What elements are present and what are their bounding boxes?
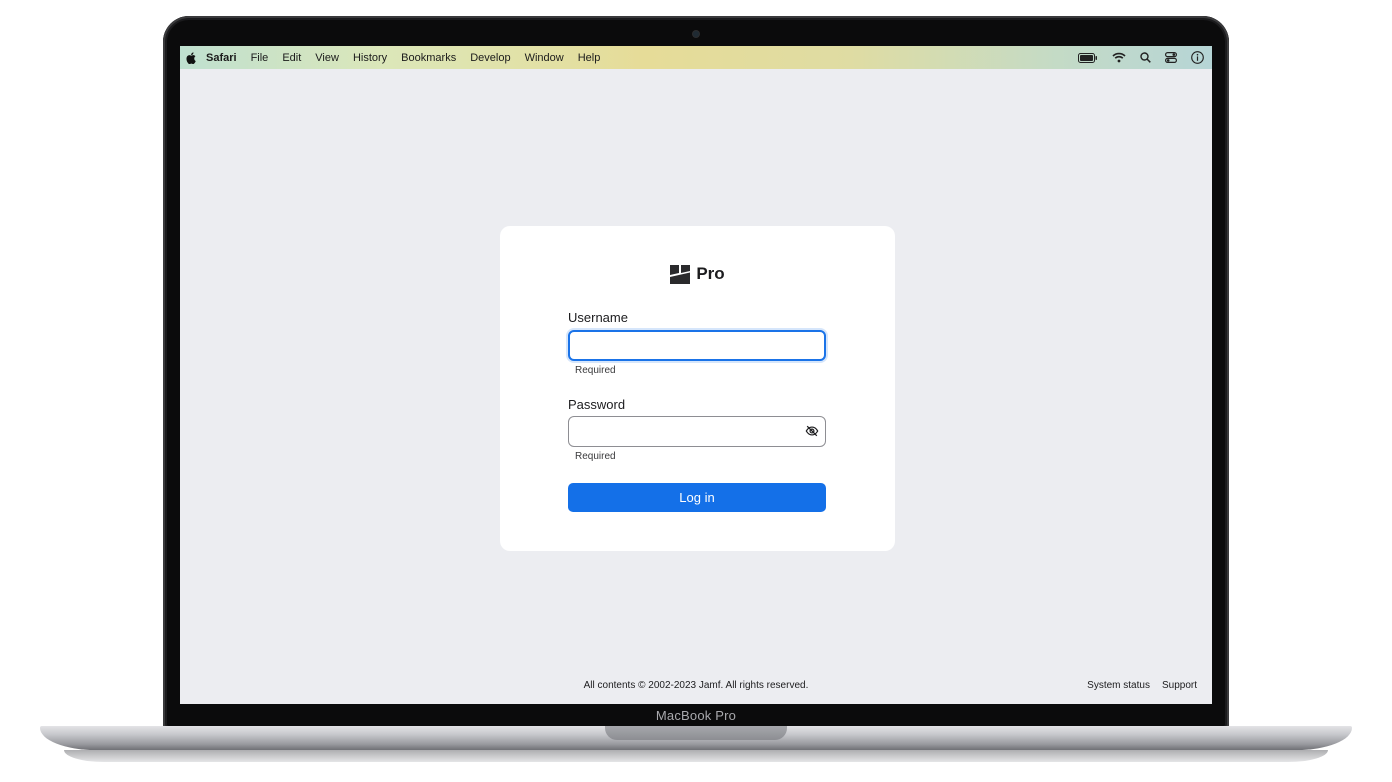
password-hint: Required	[575, 451, 616, 462]
login-card: Pro Username Required Password Required …	[500, 226, 895, 551]
menu-develop[interactable]: Develop	[470, 52, 510, 64]
menubar-status-area	[1078, 46, 1204, 69]
eye-slash-icon[interactable]	[805, 424, 819, 438]
laptop-hinge-notch	[605, 726, 787, 740]
username-hint: Required	[575, 365, 616, 376]
system-status-link[interactable]: System status	[1087, 680, 1150, 691]
username-label: Username	[568, 310, 628, 325]
brand-name: Pro	[696, 264, 725, 283]
menu-bar: Safari File Edit View History Bookmarks …	[180, 46, 1212, 69]
menu-view[interactable]: View	[315, 52, 339, 64]
control-center-icon[interactable]	[1165, 52, 1177, 63]
laptop-base-shadow	[64, 750, 1328, 762]
apple-icon[interactable]	[186, 51, 196, 64]
menu-window[interactable]: Window	[525, 52, 564, 64]
menu-history[interactable]: History	[353, 52, 387, 64]
login-button[interactable]: Log in	[568, 483, 826, 512]
menu-file[interactable]: File	[251, 52, 269, 64]
device-label: MacBook Pro	[655, 708, 737, 723]
footer-copyright: All contents © 2002-2023 Jamf. All right…	[583, 680, 809, 691]
info-icon[interactable]	[1191, 51, 1204, 64]
support-link[interactable]: Support	[1162, 680, 1197, 691]
menu-edit[interactable]: Edit	[282, 52, 301, 64]
jamf-logo-icon	[670, 264, 691, 284]
password-input[interactable]	[568, 416, 826, 447]
menu-bookmarks[interactable]: Bookmarks	[401, 52, 456, 64]
menu-help[interactable]: Help	[578, 52, 601, 64]
screen: Safari File Edit View History Bookmarks …	[180, 46, 1212, 704]
menu-app-safari[interactable]: Safari	[206, 52, 237, 64]
footer-links: System status Support	[1087, 680, 1197, 691]
camera	[693, 31, 699, 37]
brand: Pro	[500, 264, 895, 284]
password-label: Password	[568, 397, 626, 412]
wifi-icon[interactable]	[1112, 52, 1126, 63]
battery-icon[interactable]	[1078, 52, 1098, 63]
username-input[interactable]	[568, 330, 826, 361]
search-icon[interactable]	[1140, 52, 1151, 63]
